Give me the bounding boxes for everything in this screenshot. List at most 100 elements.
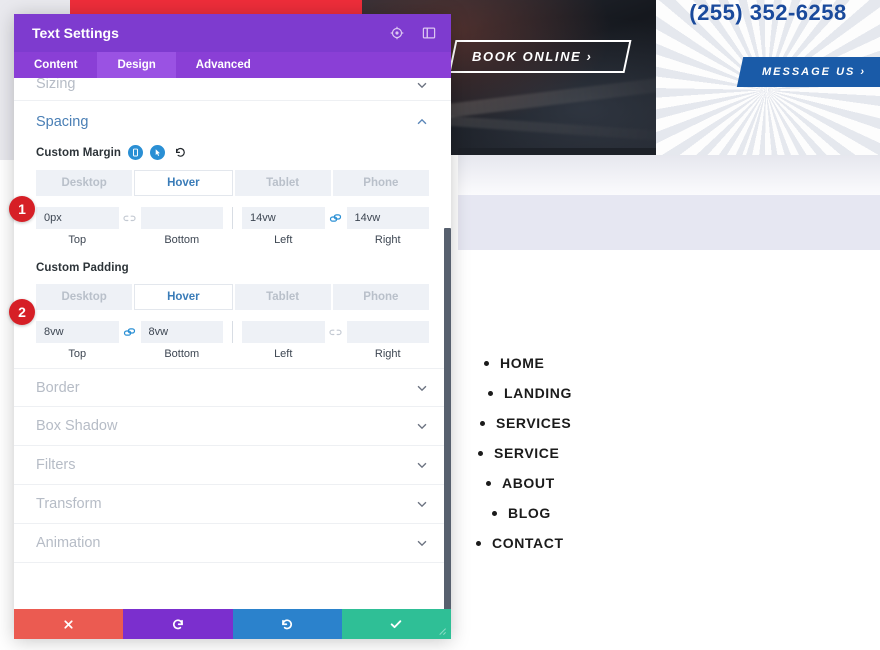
custom-margin-label-row: Custom Margin: [36, 145, 429, 160]
margin-left-cell: Left: [242, 207, 325, 246]
margin-top-bottom-group: Top Bottom: [36, 207, 223, 246]
responsive-toggle-icon[interactable]: [128, 145, 143, 160]
margin-tab-phone[interactable]: Phone: [332, 170, 429, 196]
margin-tab-desktop[interactable]: Desktop: [36, 170, 133, 196]
custom-padding-device-tabs: Desktop Hover Tablet Phone: [36, 284, 429, 310]
step-badge-2: 2: [9, 299, 35, 325]
padding-left-cell: Left: [242, 321, 325, 360]
padding-tab-desktop[interactable]: Desktop: [36, 284, 133, 310]
padding-right-input[interactable]: [346, 321, 429, 343]
nav-item-label: CONTACT: [492, 535, 564, 551]
step-badge-1: 1: [9, 196, 35, 222]
section-filters[interactable]: Filters: [14, 446, 451, 485]
tab-content[interactable]: Content: [14, 52, 97, 78]
nav-item-about[interactable]: ABOUT: [470, 475, 730, 491]
section-spacing-header[interactable]: Spacing: [14, 101, 451, 143]
nav-item-blog[interactable]: BLOG: [470, 505, 730, 521]
undo-button[interactable]: [123, 609, 233, 639]
nav-item-label: SERVICES: [496, 415, 572, 431]
reset-icon[interactable]: [174, 146, 187, 159]
chevron-down-icon: [415, 381, 429, 395]
margin-bottom-input[interactable]: [140, 207, 223, 229]
modal-title: Text Settings: [32, 25, 119, 41]
custom-margin-inputs: Top Bottom: [36, 207, 429, 246]
panel-layout-icon[interactable]: [421, 25, 437, 41]
margin-top-cell: Top: [36, 207, 119, 246]
spacing-divider: [232, 207, 233, 229]
section-filters-label: Filters: [36, 457, 76, 473]
section-spacing-label: Spacing: [36, 114, 89, 130]
chevron-down-icon: [415, 419, 429, 433]
save-button[interactable]: [341, 609, 451, 639]
phone-number[interactable]: (255) 352-6258: [656, 0, 880, 26]
section-animation-label: Animation: [36, 535, 101, 551]
nav-item-label: BLOG: [508, 505, 551, 521]
tab-design[interactable]: Design: [97, 52, 176, 78]
margin-top-caption: Top: [68, 234, 87, 246]
margin-top-bottom-link-icon[interactable]: [119, 207, 141, 229]
custom-margin-label: Custom Margin: [36, 146, 121, 159]
text-settings-modal: Text Settings Content Design Advanced Si…: [14, 14, 451, 639]
section-transform[interactable]: Transform: [14, 485, 451, 524]
nav-item-services[interactable]: SERVICES: [470, 415, 730, 431]
margin-tab-hover[interactable]: Hover: [134, 170, 233, 196]
nav-item-service[interactable]: SERVICE: [470, 445, 730, 461]
modal-body: Sizing Spacing Custom Margin Desktop Hov…: [14, 78, 451, 609]
modal-titlebar-actions: [389, 25, 437, 41]
resize-grip-icon[interactable]: [436, 625, 448, 637]
margin-right-input[interactable]: [346, 207, 429, 229]
message-us-label: MESSAGE US ›: [762, 66, 867, 78]
redo-button[interactable]: [232, 609, 342, 639]
margin-bottom-caption: Bottom: [164, 234, 200, 246]
modal-scrollbar[interactable]: [444, 228, 451, 609]
custom-padding-label-row: Custom Padding: [36, 262, 429, 274]
padding-bottom-input[interactable]: [140, 321, 223, 343]
padding-top-cell: Top: [36, 321, 119, 360]
book-online-button[interactable]: BOOK ONLINE ›: [448, 40, 632, 73]
custom-margin-device-tabs: Desktop Hover Tablet Phone: [36, 170, 429, 196]
padding-left-input[interactable]: [242, 321, 325, 343]
margin-top-input[interactable]: [36, 207, 119, 229]
chevron-down-icon: [415, 497, 429, 511]
padding-bottom-cell: Bottom: [140, 321, 223, 360]
custom-padding-inputs: Top Bottom: [36, 321, 429, 360]
margin-left-right-link-icon[interactable]: [325, 207, 347, 229]
margin-left-input[interactable]: [242, 207, 325, 229]
padding-top-bottom-link-icon[interactable]: [119, 321, 141, 343]
nav-item-contact[interactable]: CONTACT: [470, 535, 730, 551]
section-border[interactable]: Border: [14, 368, 451, 407]
padding-tab-tablet[interactable]: Tablet: [234, 284, 331, 310]
spacing-divider: [232, 321, 233, 343]
margin-tab-tablet[interactable]: Tablet: [234, 170, 331, 196]
message-us-button[interactable]: MESSAGE US ›: [736, 57, 880, 87]
padding-top-caption: Top: [68, 348, 87, 360]
section-box-shadow[interactable]: Box Shadow: [14, 407, 451, 446]
padding-right-cell: Right: [346, 321, 429, 360]
chevron-up-icon: [415, 115, 429, 129]
section-sizing[interactable]: Sizing: [14, 78, 451, 101]
nav-item-home[interactable]: HOME: [470, 355, 730, 371]
nav-item-label: HOME: [500, 355, 545, 371]
padding-tab-hover[interactable]: Hover: [134, 284, 233, 310]
chevron-down-icon: [415, 458, 429, 472]
section-animation[interactable]: Animation: [14, 524, 451, 563]
tab-advanced[interactable]: Advanced: [176, 52, 271, 78]
section-sizing-label: Sizing: [36, 78, 76, 92]
modal-tab-bar: Content Design Advanced: [14, 52, 451, 78]
cancel-button[interactable]: [14, 609, 124, 639]
padding-left-caption: Left: [274, 348, 293, 360]
padding-left-right-link-icon[interactable]: [325, 321, 347, 343]
margin-left-right-group: Left Right: [242, 207, 429, 246]
background-gradient-band: [458, 155, 880, 195]
nav-item-landing[interactable]: LANDING: [470, 385, 730, 401]
margin-left-caption: Left: [274, 234, 293, 246]
padding-tab-phone[interactable]: Phone: [332, 284, 429, 310]
modal-footer: [14, 609, 451, 639]
nav-item-label: LANDING: [504, 385, 572, 401]
padding-bottom-caption: Bottom: [164, 348, 200, 360]
background-lavender-band: [458, 195, 880, 250]
book-online-label: BOOK ONLINE ›: [472, 49, 593, 64]
target-icon[interactable]: [389, 25, 405, 41]
padding-top-input[interactable]: [36, 321, 119, 343]
hover-toggle-icon[interactable]: [150, 145, 165, 160]
